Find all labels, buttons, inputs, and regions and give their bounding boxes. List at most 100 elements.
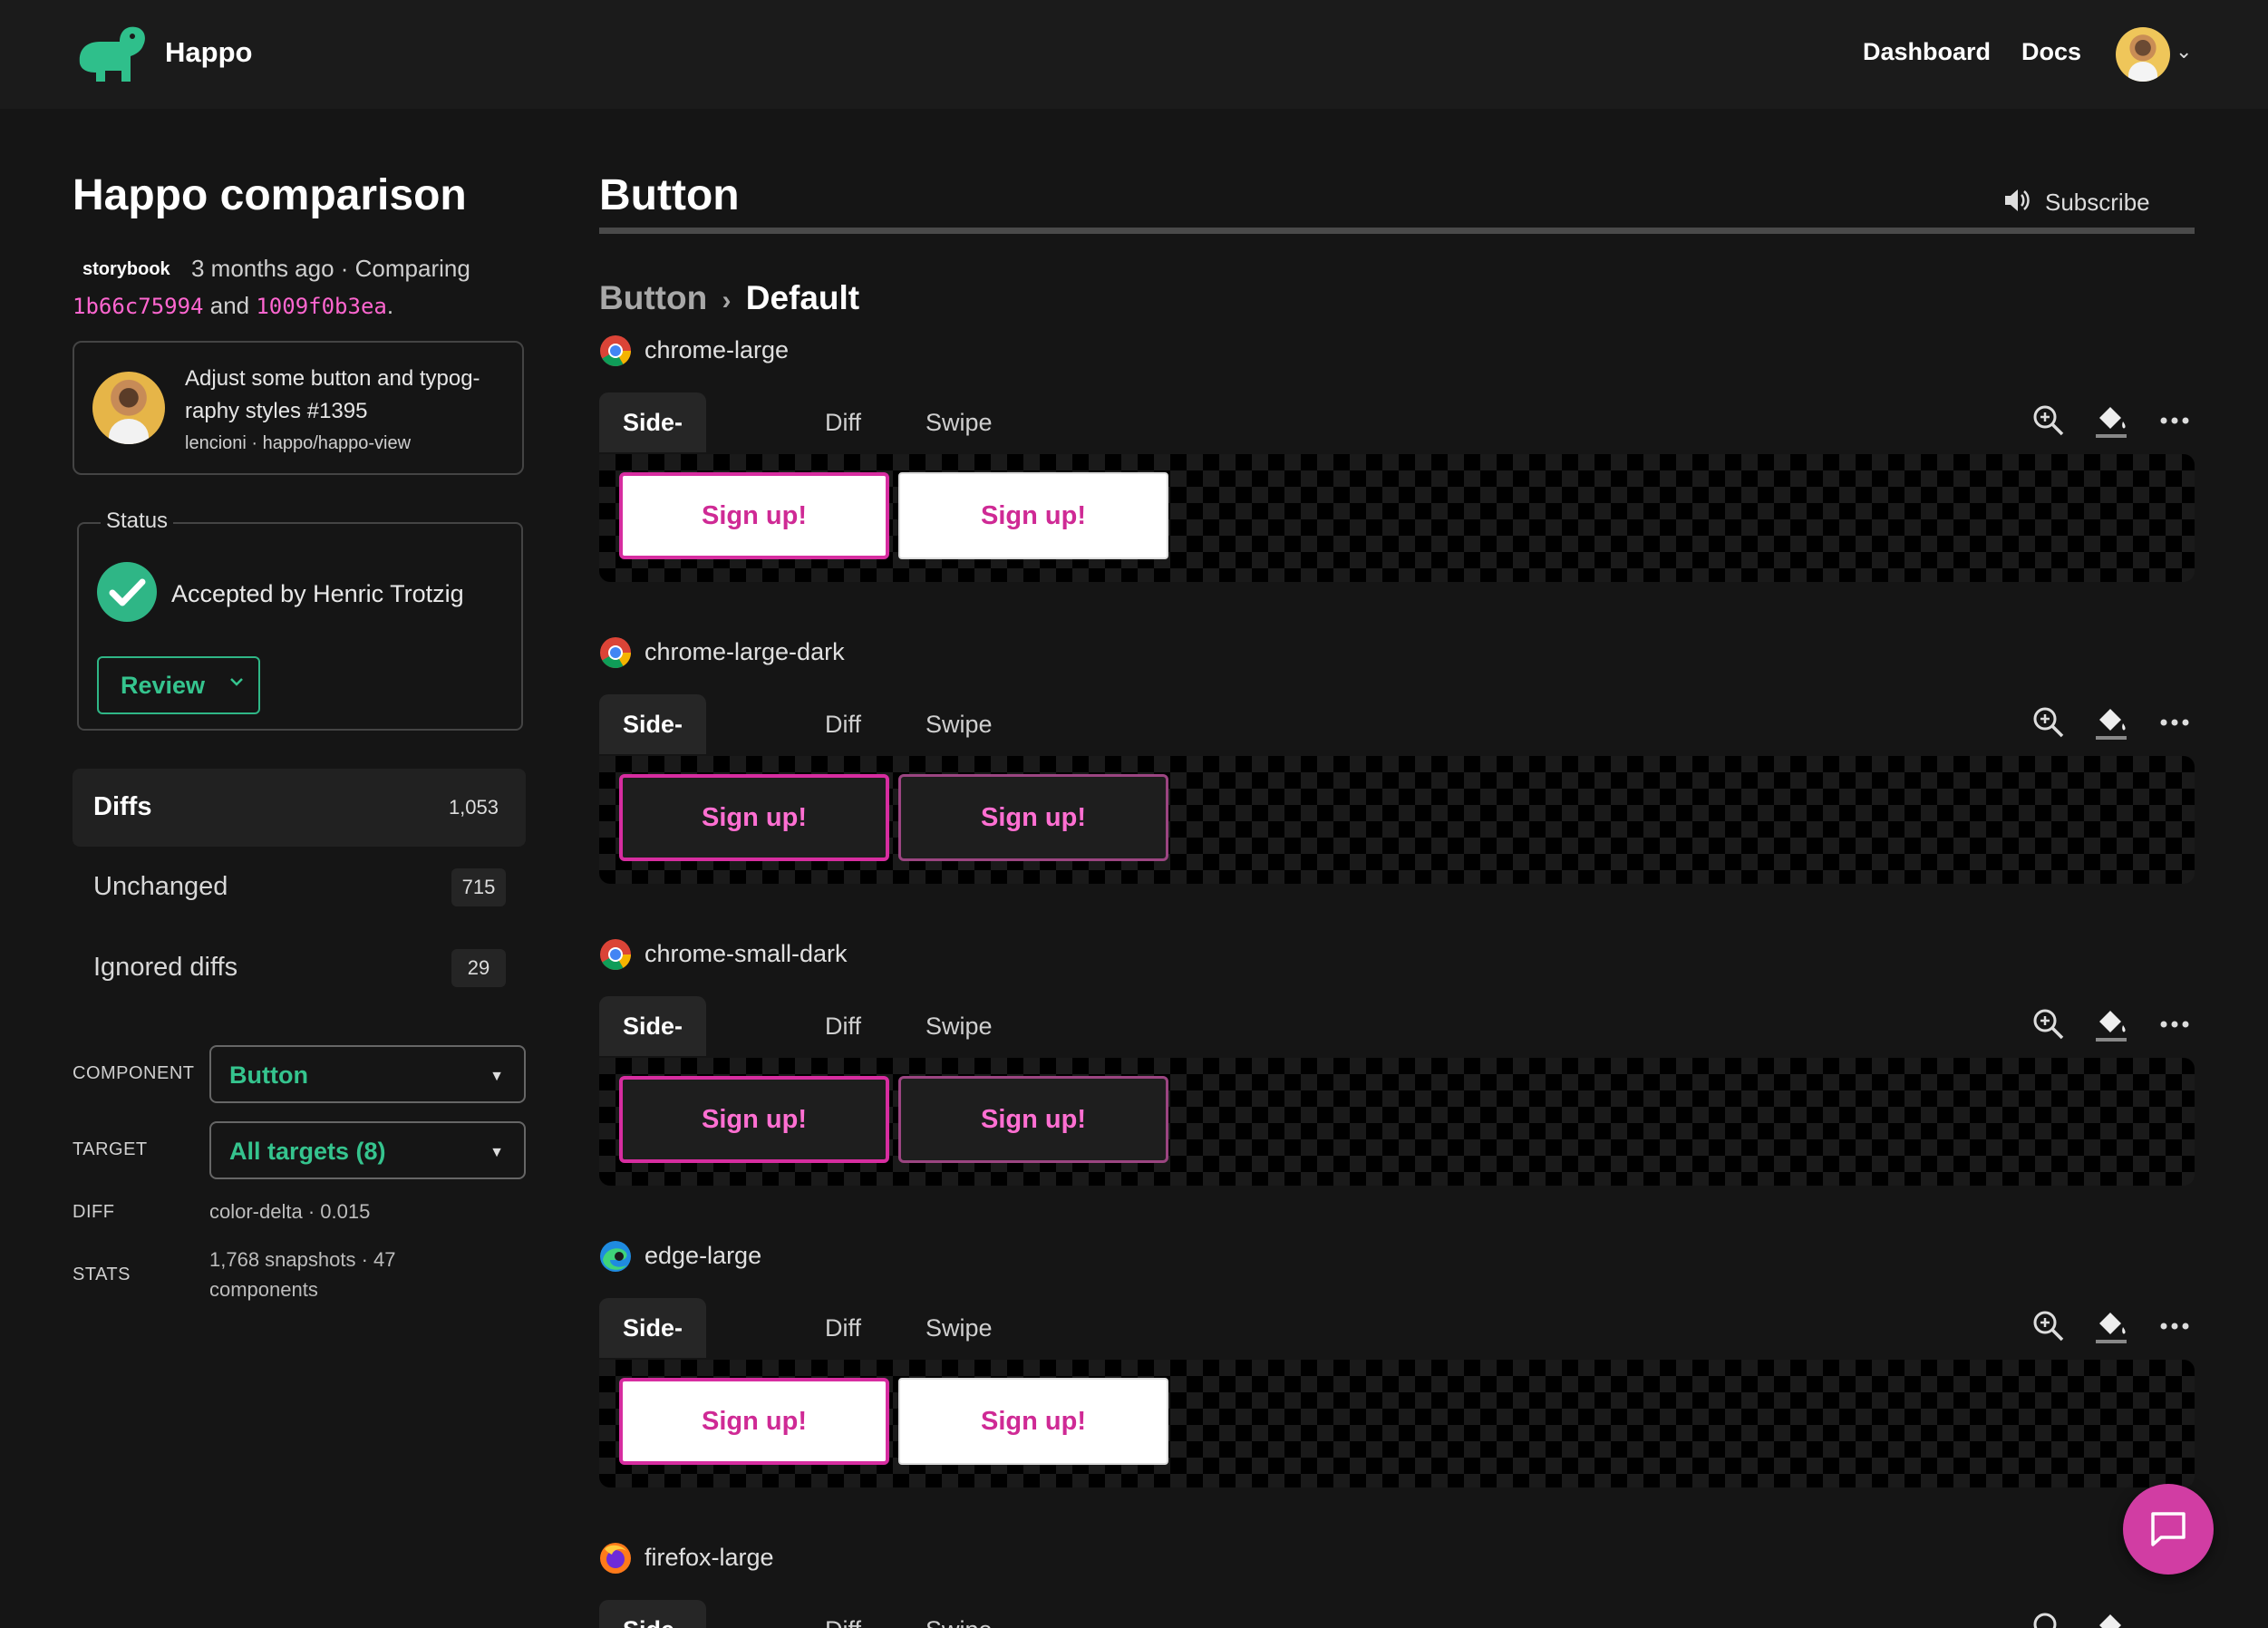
project-badge[interactable]: storybook: [82, 259, 170, 280]
paint-bucket-icon[interactable]: [2092, 1307, 2130, 1345]
target-section-chrome-large: chrome-large Side-by-side Diff Swipe Sig…: [599, 334, 2195, 625]
tab-diff[interactable]: Diff: [825, 1600, 861, 1628]
tab-diff[interactable]: Diff: [825, 1298, 861, 1358]
component-title: Button: [599, 171, 740, 219]
target-select[interactable]: All targets (8) ▼: [209, 1121, 526, 1179]
tab-swipe[interactable]: Swipe: [926, 996, 993, 1056]
snapshot-before[interactable]: Sign up!: [619, 774, 889, 861]
tab-swipe[interactable]: Swipe: [926, 1600, 993, 1628]
target-section-chrome-large-dark: chrome-large-dark Side-by-side Diff Swip…: [599, 636, 2195, 926]
status-legend: Status: [101, 509, 174, 534]
breadcrumb-component[interactable]: Button: [599, 279, 707, 316]
subscribe-button[interactable]: Subscribe: [2005, 189, 2150, 217]
tab-swipe[interactable]: Swipe: [926, 392, 993, 452]
stats-label: STATS: [73, 1265, 131, 1284]
chrome-icon: [600, 939, 631, 970]
target-section-edge-large: edge-large Side-by-side Diff Swipe Sign …: [599, 1240, 2195, 1530]
pr-title[interactable]: Adjust some button and typog-raphy style…: [185, 363, 511, 428]
snapshot-before[interactable]: Sign up!: [619, 1378, 889, 1465]
paint-bucket-icon[interactable]: [2092, 1005, 2130, 1043]
period-text: .: [386, 292, 394, 319]
status-text: Accepted by Henric Trotzig: [171, 580, 464, 607]
paint-bucket-icon[interactable]: [2092, 703, 2130, 741]
user-avatar[interactable]: [2116, 27, 2170, 82]
tab-diff[interactable]: Diff: [825, 694, 861, 754]
tab-diff[interactable]: Diff: [825, 392, 861, 452]
chevron-down-icon: [230, 678, 243, 686]
more-options-icon[interactable]: [2156, 1005, 2194, 1043]
tab-unchanged-count: 715: [451, 868, 506, 906]
pr-author-avatar: [92, 372, 165, 444]
snapshot-after[interactable]: Sign up!: [898, 472, 1168, 559]
tab-unchanged-label: Unchanged: [93, 872, 228, 901]
zoom-in-icon[interactable]: [2030, 1005, 2068, 1043]
chat-icon: [2151, 1512, 2186, 1546]
component-select-value: Button: [229, 1061, 308, 1089]
tab-side-by-side[interactable]: Side-by-side: [599, 996, 707, 1159]
tab-ignored-count: 29: [451, 949, 506, 987]
review-button-label: Review: [121, 671, 206, 699]
chat-button[interactable]: [2123, 1484, 2214, 1575]
zoom-in-icon[interactable]: [2030, 1307, 2068, 1345]
comparison-shas: 1b66c75994 and 1009f0b3ea.: [73, 292, 393, 320]
more-options-icon[interactable]: [2156, 1307, 2194, 1345]
sha-after-link[interactable]: 1009f0b3ea: [256, 294, 387, 319]
snapshot-after[interactable]: Sign up!: [898, 1378, 1168, 1465]
zoom-in-icon[interactable]: [2030, 1609, 2068, 1628]
snapshot-stage: Sign up! Sign up!: [599, 1360, 2195, 1487]
brand-name[interactable]: Happo: [165, 36, 252, 69]
target-name: chrome-large: [645, 336, 790, 363]
review-button[interactable]: Review: [97, 656, 260, 714]
more-options-icon[interactable]: [2156, 703, 2194, 741]
breadcrumb: Button › Default: [599, 279, 859, 317]
tab-side-by-side[interactable]: Side-by-side: [599, 392, 707, 556]
zoom-in-icon[interactable]: [2030, 402, 2068, 440]
snapshot-before[interactable]: Sign up!: [619, 1076, 889, 1163]
nav-docs-link[interactable]: Docs: [2021, 38, 2081, 66]
edge-icon: [600, 1241, 631, 1272]
target-name: edge-large: [645, 1242, 762, 1269]
paint-bucket-icon[interactable]: [2092, 402, 2130, 440]
title-divider: [599, 228, 2195, 234]
snapshot-after[interactable]: Sign up!: [898, 774, 1168, 861]
snapshot-after[interactable]: Sign up!: [898, 1076, 1168, 1163]
target-name: chrome-large-dark: [645, 638, 845, 665]
target-name: firefox-large: [645, 1544, 774, 1571]
tab-diff[interactable]: Diff: [825, 996, 861, 1056]
tab-side-by-side[interactable]: Side-by-side: [599, 1600, 707, 1628]
breadcrumb-separator: ›: [722, 286, 732, 315]
chevron-down-icon[interactable]: ⌄: [2176, 40, 2192, 63]
pull-request-card[interactable]: Adjust some button and typog-raphy style…: [73, 341, 524, 475]
happo-logo-icon[interactable]: [73, 22, 147, 87]
paint-bucket-icon[interactable]: [2092, 1609, 2130, 1628]
tab-diffs[interactable]: Diffs 1,053: [73, 769, 526, 847]
tab-swipe[interactable]: Swipe: [926, 694, 993, 754]
tab-side-by-side[interactable]: Side-by-side: [599, 694, 707, 858]
snapshot-stage: Sign up! Sign up!: [599, 1058, 2195, 1186]
dropdown-arrow-icon: ▼: [489, 1145, 504, 1160]
tab-ignored-label: Ignored diffs: [93, 953, 238, 982]
sha-before-link[interactable]: 1b66c75994: [73, 294, 204, 319]
nav-dashboard-link[interactable]: Dashboard: [1863, 38, 1991, 66]
top-navigation-bar: Happo Dashboard Docs ⌄: [0, 0, 2268, 109]
tab-swipe[interactable]: Swipe: [926, 1298, 993, 1358]
tab-ignored-diffs[interactable]: Ignored diffs 29: [73, 929, 526, 1007]
and-text: and: [209, 292, 250, 319]
pr-subtitle: lencioni · happo/happo-view: [185, 433, 412, 453]
target-select-value: All targets (8): [229, 1138, 386, 1165]
comparison-title: Happo comparison: [73, 171, 467, 219]
tab-side-by-side[interactable]: Side-by-side: [599, 1298, 707, 1461]
tab-diffs-label: Diffs: [93, 792, 152, 821]
zoom-in-icon[interactable]: [2030, 703, 2068, 741]
tab-unchanged[interactable]: Unchanged 715: [73, 848, 526, 926]
speaker-icon: [2005, 189, 2030, 211]
comparison-time: 3 months ago · Comparing: [191, 255, 470, 282]
target-section-firefox-large: firefox-large Side-by-side Diff Swipe: [599, 1542, 2195, 1628]
firefox-icon: [600, 1543, 631, 1574]
diff-label: DIFF: [73, 1202, 115, 1222]
component-select[interactable]: Button ▼: [209, 1045, 526, 1103]
tab-diffs-count: 1,053: [448, 796, 499, 819]
more-options-icon[interactable]: [2156, 402, 2194, 440]
snapshot-before[interactable]: Sign up!: [619, 472, 889, 559]
target-label: TARGET: [73, 1139, 148, 1159]
